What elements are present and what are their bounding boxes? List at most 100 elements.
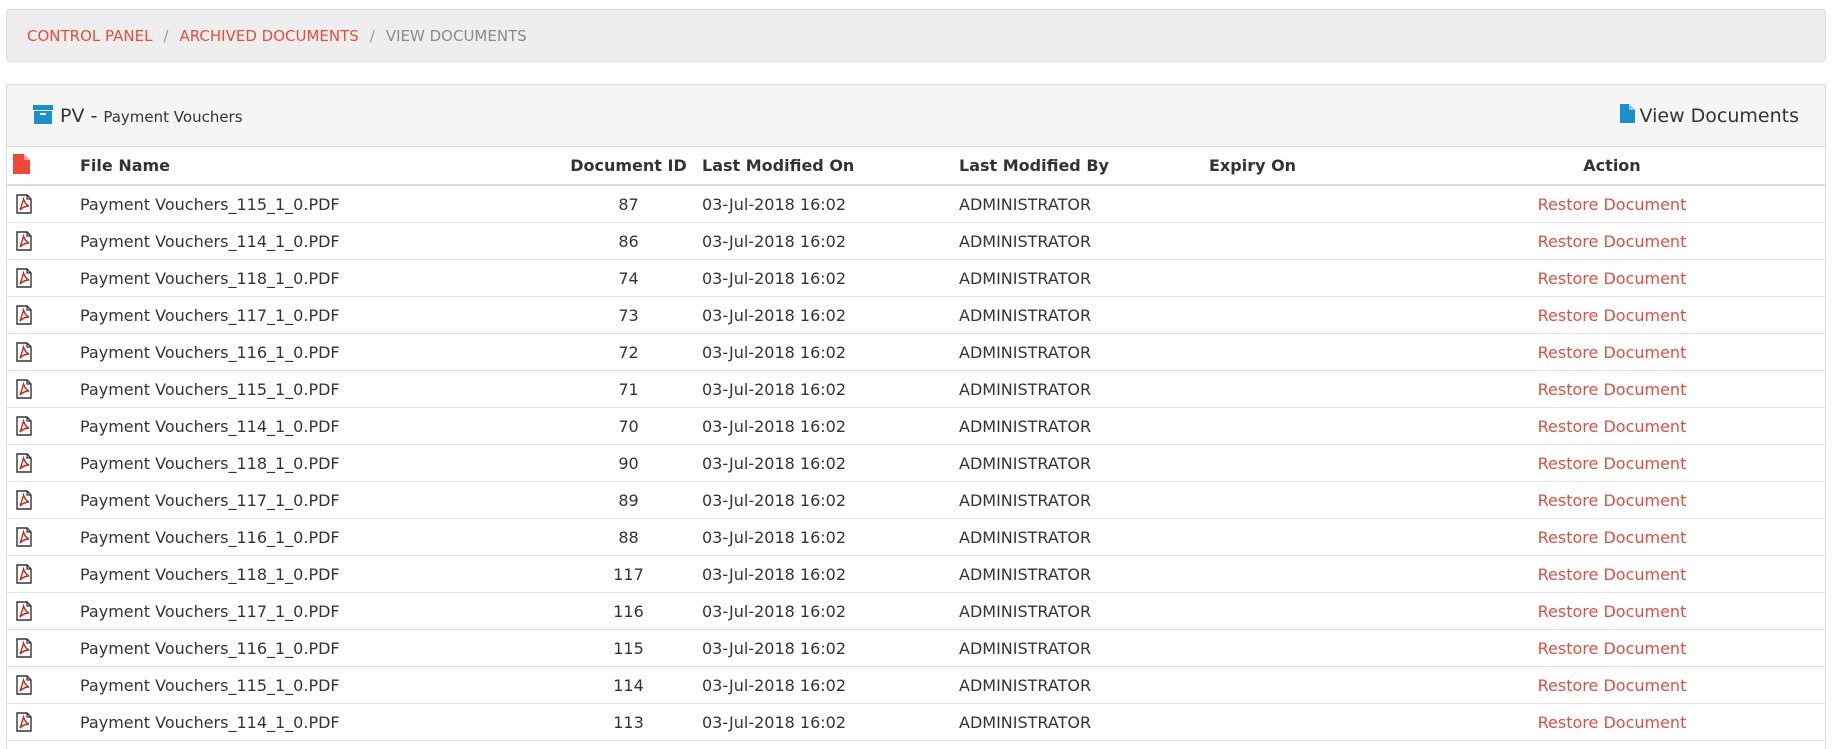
expiry-on-cell: [1209, 629, 1399, 667]
last-modified-on-cell: 03-Jul-2018 16:02: [702, 185, 959, 223]
column-header-expiry-on[interactable]: Expiry On: [1209, 147, 1399, 186]
pdf-file-icon[interactable]: [13, 378, 35, 400]
action-cell: Restore Document: [1399, 370, 1825, 408]
document-id-cell: 71: [555, 370, 702, 408]
expiry-on-cell: [1209, 370, 1399, 408]
last-modified-by-cell: ADMINISTRATOR: [959, 481, 1209, 519]
pdf-cell: [7, 666, 80, 704]
document-id-cell: 89: [555, 481, 702, 519]
column-header-file-name[interactable]: File Name: [80, 147, 555, 186]
pdf-cell: [7, 259, 80, 297]
pdf-file-icon[interactable]: [13, 193, 35, 215]
file-name-cell: Payment Vouchers_116_1_0.PDF: [80, 518, 555, 556]
breadcrumb-link-control-panel[interactable]: CONTROL PANEL: [27, 27, 152, 45]
pdf-file-icon[interactable]: [13, 526, 35, 548]
view-documents-label: View Documents: [1639, 104, 1799, 127]
breadcrumb-current: VIEW DOCUMENTS: [385, 26, 527, 45]
document-id-cell: 74: [555, 259, 702, 297]
last-modified-by-cell: ADMINISTRATOR: [959, 407, 1209, 445]
table-row: Payment Vouchers_116_1_0.PDF 115 03-Jul-…: [7, 629, 1825, 667]
document-id-cell: 116: [555, 592, 702, 630]
pdf-file-icon[interactable]: [13, 674, 35, 696]
pdf-file-icon[interactable]: [13, 600, 35, 622]
last-modified-by-cell: ADMINISTRATOR: [959, 333, 1209, 371]
restore-document-link[interactable]: Restore Document: [1538, 343, 1687, 362]
restore-document-link[interactable]: Restore Document: [1538, 491, 1687, 510]
table-row: Payment Vouchers_116_1_0.PDF 88 03-Jul-2…: [7, 518, 1825, 556]
pdf-cell: [7, 481, 80, 519]
pdf-file-icon[interactable]: [13, 341, 35, 363]
table-row: Payment Vouchers_115_1_0.PDF 71 03-Jul-2…: [7, 370, 1825, 408]
column-header-last-modified-by[interactable]: Last Modified By: [959, 147, 1209, 186]
pdf-file-icon[interactable]: [13, 230, 35, 252]
pdf-file-icon[interactable]: [13, 452, 35, 474]
pdf-cell: [7, 333, 80, 371]
file-name-cell: Payment Vouchers_114_1_0.PDF: [80, 703, 555, 741]
expiry-on-cell: [1209, 185, 1399, 223]
column-header-last-modified-on[interactable]: Last Modified On: [702, 147, 959, 186]
restore-document-link[interactable]: Restore Document: [1538, 380, 1687, 399]
restore-document-link[interactable]: Restore Document: [1538, 676, 1687, 695]
table-row: Payment Vouchers_116_1_0.PDF 72 03-Jul-2…: [7, 333, 1825, 371]
restore-document-link[interactable]: Restore Document: [1538, 417, 1687, 436]
pdf-file-icon[interactable]: [13, 267, 35, 289]
panel-heading: PV - Payment Vouchers View Documents: [7, 85, 1825, 147]
file-name-cell: Payment Vouchers_118_1_0.PDF: [80, 259, 555, 297]
panel-code: PV -: [60, 104, 98, 127]
archive-box-icon: [32, 103, 54, 129]
breadcrumb-link-archived-documents[interactable]: ARCHIVED DOCUMENTS: [179, 27, 358, 45]
restore-document-link[interactable]: Restore Document: [1538, 639, 1687, 658]
action-cell: Restore Document: [1399, 296, 1825, 334]
action-cell: Restore Document: [1399, 555, 1825, 593]
document-id-cell: 117: [555, 555, 702, 593]
breadcrumb-separator: /: [163, 26, 169, 45]
panel-description: Payment Vouchers: [103, 108, 243, 126]
action-cell: Restore Document: [1399, 333, 1825, 371]
document-id-cell: 113: [555, 703, 702, 741]
pdf-file-icon[interactable]: [13, 304, 35, 326]
pdf-cell: [7, 222, 80, 260]
restore-document-link[interactable]: Restore Document: [1538, 713, 1687, 732]
restore-document-link[interactable]: Restore Document: [1538, 565, 1687, 584]
restore-document-link[interactable]: Restore Document: [1538, 306, 1687, 325]
last-modified-on-cell: 03-Jul-2018 16:02: [702, 333, 959, 371]
pdf-cell: [7, 592, 80, 630]
restore-document-link[interactable]: Restore Document: [1538, 269, 1687, 288]
last-modified-by-cell: ADMINISTRATOR: [959, 259, 1209, 297]
pdf-file-icon[interactable]: [13, 563, 35, 585]
pdf-cell: [7, 518, 80, 556]
file-name-cell: Payment Vouchers_114_1_0.PDF: [80, 407, 555, 445]
expiry-on-cell: [1209, 222, 1399, 260]
breadcrumb: CONTROL PANEL / ARCHIVED DOCUMENTS / VIE…: [6, 9, 1826, 62]
restore-document-link[interactable]: Restore Document: [1538, 602, 1687, 621]
restore-document-link[interactable]: Restore Document: [1538, 454, 1687, 473]
file-type-header: [7, 147, 80, 186]
last-modified-by-cell: ADMINISTRATOR: [959, 222, 1209, 260]
last-modified-on-cell: 03-Jul-2018 16:02: [702, 555, 959, 593]
pdf-file-icon[interactable]: [13, 711, 35, 733]
expiry-on-cell: [1209, 444, 1399, 482]
document-id-cell: 86: [555, 222, 702, 260]
restore-document-link[interactable]: Restore Document: [1538, 528, 1687, 547]
last-modified-by-cell: ADMINISTRATOR: [959, 185, 1209, 223]
restore-document-link[interactable]: Restore Document: [1538, 195, 1687, 214]
column-header-document-id[interactable]: Document ID: [555, 147, 702, 186]
pdf-file-icon[interactable]: [13, 489, 35, 511]
last-modified-by-cell: ADMINISTRATOR: [959, 555, 1209, 593]
file-icon: [1619, 104, 1635, 127]
document-id-cell: 73: [555, 296, 702, 334]
file-name-cell: Payment Vouchers_114_1_0.PDF: [80, 222, 555, 260]
view-documents-button[interactable]: View Documents: [1619, 104, 1799, 127]
table-row: Payment Vouchers_117_1_0.PDF 116 03-Jul-…: [7, 592, 1825, 630]
pdf-file-icon[interactable]: [13, 637, 35, 659]
file-name-cell: Payment Vouchers_117_1_0.PDF: [80, 592, 555, 630]
last-modified-on-cell: 03-Jul-2018 16:02: [702, 296, 959, 334]
last-modified-on-cell: 03-Jul-2018 16:02: [702, 629, 959, 667]
expiry-on-cell: [1209, 407, 1399, 445]
last-modified-on-cell: 03-Jul-2018 16:02: [702, 444, 959, 482]
restore-document-link[interactable]: Restore Document: [1538, 232, 1687, 251]
pdf-cell: [7, 185, 80, 223]
pdf-file-icon[interactable]: [13, 415, 35, 437]
action-cell: Restore Document: [1399, 481, 1825, 519]
document-id-cell: 114: [555, 666, 702, 704]
